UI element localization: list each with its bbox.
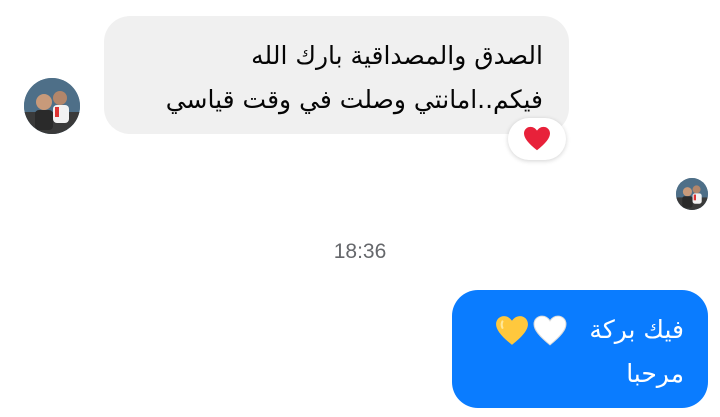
outgoing-message-text-1: فيك بركة <box>589 315 684 344</box>
yellow-heart-icon <box>496 316 529 345</box>
red-heart-icon <box>524 126 550 151</box>
seen-indicator-avatar <box>676 178 708 210</box>
white-heart-icon <box>533 315 567 346</box>
emoji-group <box>495 315 567 347</box>
avatar-photo-icon <box>676 178 708 210</box>
outgoing-message-line-1: فيك بركة <box>474 308 684 352</box>
sender-avatar[interactable] <box>24 78 80 134</box>
avatar-photo-icon <box>24 78 80 134</box>
outgoing-message-bubble[interactable]: فيك بركة مرحبا <box>452 290 708 408</box>
incoming-message-line-1: الصدق والمصداقية بارك الله <box>251 41 543 70</box>
incoming-message-bubble[interactable]: الصدق والمصداقية بارك الله فيكم..امانتي … <box>104 16 569 134</box>
incoming-message-line-2: فيكم..امانتي وصلت في وقت قياسي <box>165 85 543 114</box>
message-timestamp: 18:36 <box>333 240 387 263</box>
outgoing-message-line-2: مرحبا <box>626 359 684 388</box>
message-reaction[interactable] <box>508 118 566 160</box>
